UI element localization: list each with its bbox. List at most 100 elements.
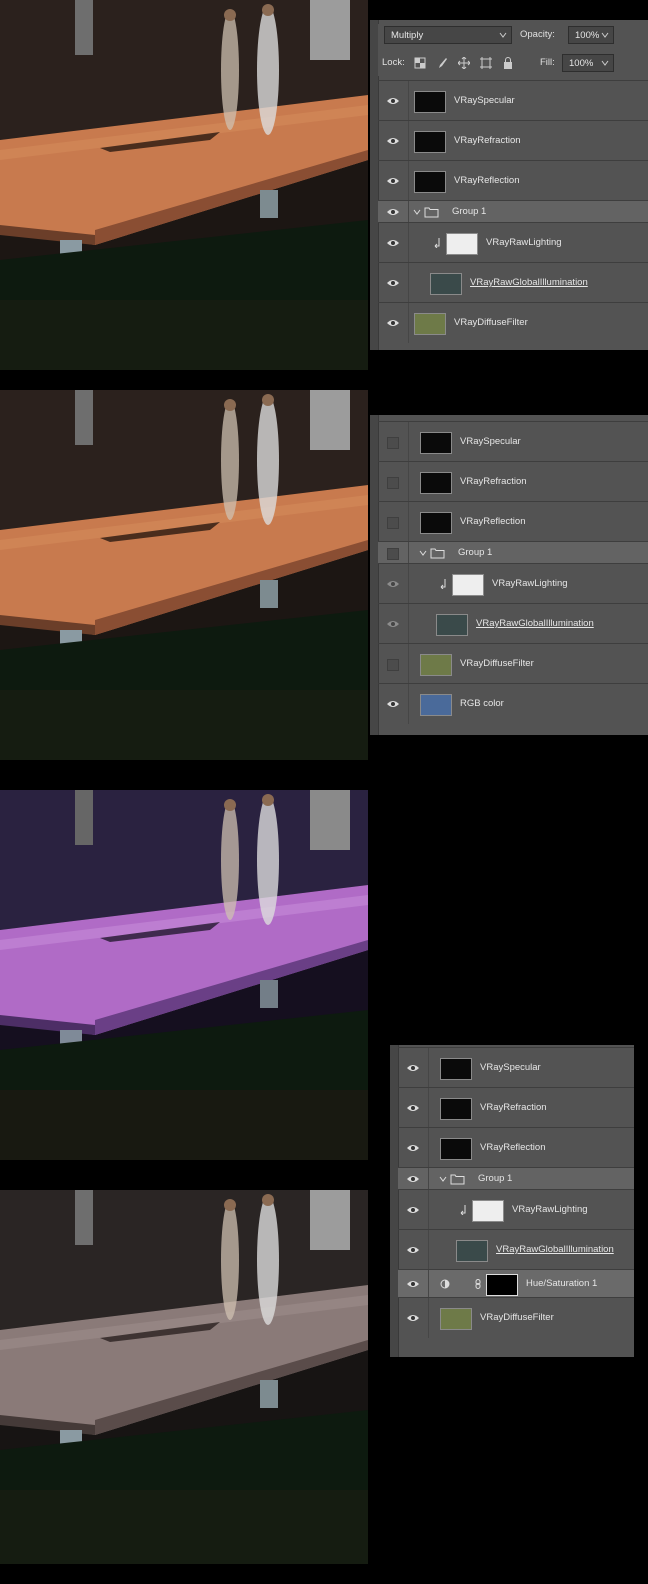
- visibility-off-box[interactable]: [387, 477, 399, 489]
- layer-row[interactable]: VRayRefraction: [378, 461, 648, 502]
- visibility-off-box[interactable]: [387, 517, 399, 529]
- eye-icon[interactable]: [386, 699, 400, 709]
- visibility-off-box[interactable]: [387, 659, 399, 671]
- layers-panel-1: Multiply Opacity: 100% Lock: Fill: 100% …: [370, 20, 648, 350]
- layer-row[interactable]: RGB color: [378, 683, 648, 724]
- layer-thumbnail: [414, 91, 446, 113]
- layer-thumbnail: [446, 233, 478, 255]
- layer-thumbnail: [414, 171, 446, 193]
- layer-name: VRayDiffuseFilter: [454, 317, 528, 328]
- chevron-down-icon: [499, 32, 507, 38]
- group-row[interactable]: Group 1: [378, 541, 648, 564]
- eye-icon[interactable]: [406, 1313, 420, 1323]
- layer-row[interactable]: VRaySpecular: [398, 1047, 634, 1088]
- lock-all-icon[interactable]: [502, 57, 514, 69]
- layer-name: VRayRefraction: [454, 135, 521, 146]
- layer-name: Group 1: [478, 1173, 513, 1184]
- fill-field[interactable]: 100%: [562, 54, 614, 72]
- chevron-down-icon[interactable]: [438, 1174, 448, 1184]
- lock-paint-icon[interactable]: [436, 57, 448, 69]
- eye-icon[interactable]: [406, 1279, 420, 1289]
- layer-row[interactable]: VRayRawGlobalIllumination: [378, 262, 648, 303]
- layer-name: RGB color: [460, 698, 504, 709]
- layer-thumbnail: [440, 1308, 472, 1330]
- visibility-off-box[interactable]: [387, 548, 399, 560]
- opacity-field[interactable]: 100%: [568, 26, 614, 44]
- layer-row[interactable]: VRayRawGlobalIllumination: [378, 603, 648, 644]
- layer-row[interactable]: VRayReflection: [378, 160, 648, 201]
- lock-artboard-icon[interactable]: [480, 57, 492, 69]
- layer-row[interactable]: VRaySpecular: [378, 421, 648, 462]
- blend-toolbar: Multiply Opacity: 100%: [378, 24, 648, 50]
- eye-icon[interactable]: [386, 318, 400, 328]
- layers-panel-2: VRaySpecular VRayRefraction VRayReflecti…: [370, 415, 648, 735]
- layer-name: Hue/Saturation 1: [526, 1278, 598, 1289]
- layer-name: VRaySpecular: [480, 1062, 541, 1073]
- divider: [428, 1230, 429, 1270]
- blend-mode-select[interactable]: Multiply: [384, 26, 512, 44]
- eye-icon[interactable]: [386, 96, 400, 106]
- eye-icon[interactable]: [406, 1174, 420, 1184]
- layer-row[interactable]: VRayRawLighting: [378, 222, 648, 263]
- adjustment-icon: [440, 1279, 450, 1289]
- layer-row[interactable]: VRayDiffuseFilter: [398, 1297, 634, 1338]
- eye-icon[interactable]: [406, 1205, 420, 1215]
- layer-row[interactable]: VRayDiffuseFilter: [378, 643, 648, 684]
- eye-icon[interactable]: [386, 207, 400, 217]
- divider: [408, 604, 409, 644]
- chevron-down-icon[interactable]: [418, 548, 428, 558]
- eye-icon[interactable]: [406, 1143, 420, 1153]
- layer-thumbnail: [456, 1240, 488, 1262]
- eye-icon[interactable]: [386, 176, 400, 186]
- eye-icon[interactable]: [386, 619, 400, 629]
- divider: [408, 462, 409, 502]
- layer-name: VRayRawLighting: [512, 1204, 588, 1215]
- layer-thumbnail: [420, 694, 452, 716]
- layer-row[interactable]: VRayDiffuseFilter: [378, 302, 648, 343]
- layer-name: Group 1: [458, 547, 493, 558]
- divider: [408, 684, 409, 724]
- clipping-arrow-icon: [460, 1205, 466, 1215]
- layer-name: VRayDiffuseFilter: [460, 658, 534, 669]
- eye-icon[interactable]: [406, 1103, 420, 1113]
- divider: [408, 644, 409, 684]
- layer-thumbnail: [414, 313, 446, 335]
- divider: [408, 161, 409, 201]
- eye-icon[interactable]: [386, 136, 400, 146]
- layer-row[interactable]: VRaySpecular: [378, 80, 648, 121]
- layer-row[interactable]: VRayReflection: [398, 1127, 634, 1168]
- layer-thumbnail: [420, 512, 452, 534]
- opacity-label: Opacity:: [520, 29, 555, 40]
- divider: [428, 1270, 429, 1298]
- folder-icon: [424, 207, 439, 218]
- lock-move-icon[interactable]: [458, 57, 470, 69]
- adjustment-layer-row[interactable]: Hue/Saturation 1: [398, 1269, 634, 1298]
- group-row[interactable]: Group 1: [398, 1167, 634, 1190]
- layer-row[interactable]: VRayRawGlobalIllumination: [398, 1229, 634, 1270]
- layer-row[interactable]: VRayReflection: [378, 501, 648, 542]
- layer-thumbnail: [440, 1138, 472, 1160]
- eye-icon[interactable]: [386, 278, 400, 288]
- group-row[interactable]: Group 1: [378, 200, 648, 223]
- link-icon[interactable]: [474, 1279, 482, 1289]
- layer-name: VRayRawLighting: [492, 578, 568, 589]
- layer-thumbnail: [436, 614, 468, 636]
- lock-toolbar: Lock: Fill: 100%: [378, 50, 648, 76]
- visibility-off-box[interactable]: [387, 437, 399, 449]
- layer-row[interactable]: VRayRefraction: [378, 120, 648, 161]
- layer-row[interactable]: VRayRawLighting: [378, 563, 648, 604]
- layer-row[interactable]: VRayRefraction: [398, 1087, 634, 1128]
- eye-icon[interactable]: [386, 238, 400, 248]
- render-rgb-color: [0, 390, 368, 760]
- layer-thumbnail: [472, 1200, 504, 1222]
- eye-icon[interactable]: [406, 1063, 420, 1073]
- eye-icon[interactable]: [406, 1245, 420, 1255]
- render-purple: [0, 790, 368, 1160]
- fill-label: Fill:: [540, 57, 555, 68]
- layer-row[interactable]: VRayRawLighting: [398, 1189, 634, 1230]
- chevron-down-icon[interactable]: [412, 207, 422, 217]
- layer-thumbnail: [420, 654, 452, 676]
- lock-transparent-icon[interactable]: [414, 57, 426, 69]
- clipping-arrow-icon: [434, 238, 440, 248]
- eye-icon[interactable]: [386, 579, 400, 589]
